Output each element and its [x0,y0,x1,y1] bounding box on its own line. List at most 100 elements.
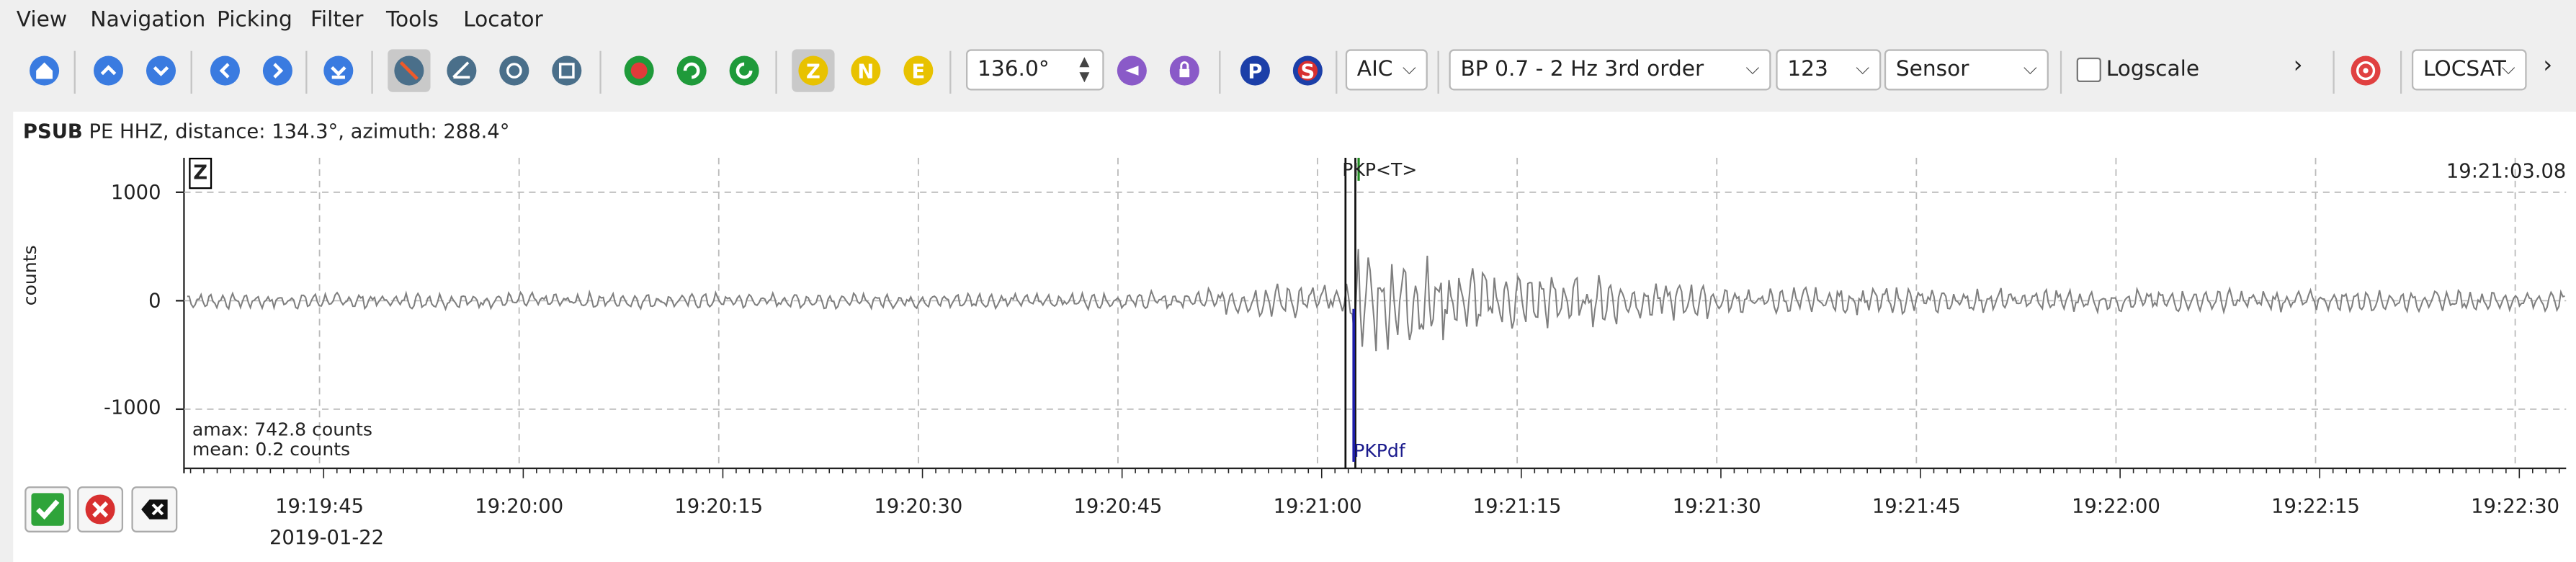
angle-tool-button[interactable] [440,49,483,92]
chevron-down-icon: ⌵ [1402,57,1416,79]
toolbar-overflow-chevron-icon[interactable]: › [2543,53,2552,79]
component-n-icon: N [851,55,881,86]
unit-value: Sensor [1895,57,1969,83]
pick-p-arrival-button[interactable] [618,49,661,92]
pick-p-label: P [1248,61,1262,83]
relocate-icon [676,55,707,86]
x-tick-label: 19:22:15 [2271,494,2360,518]
measure-icon [552,55,582,86]
close-tab-button[interactable] [131,486,178,532]
pick-tool-button[interactable] [388,49,431,92]
toolbar-separator [305,50,308,94]
current-time-label: 19:21:03.08 [2446,159,2567,183]
trace-panel: PSUB PE HHZ, distance: 134.3°, azimuth: … [13,112,2576,562]
component-z-button[interactable]: Z [792,49,835,92]
toolbar-separator [599,50,601,94]
lock-rotation-button[interactable] [1163,49,1206,92]
spin-up-icon[interactable]: ▲ [1079,55,1096,69]
component-n-button[interactable]: N [844,49,887,92]
chevron-down-icon: ⌵ [2501,57,2515,79]
pick-s-label: S [1301,61,1315,83]
picker-method-select[interactable]: AIC ⌵ [1345,49,1428,91]
spectrum-button[interactable] [493,49,535,92]
pick-p-badge-icon: P [1240,55,1270,86]
scroll-down-button[interactable] [140,49,182,92]
component-e-icon: E [903,55,934,86]
scroll-left-button[interactable] [204,49,246,92]
toolbar-separator [190,50,192,94]
toolbar-separator [2060,50,2062,94]
lock-icon [1169,55,1199,86]
spectrum-icon [499,55,529,86]
picker-window: View Navigation Picking Filter Tools Loc… [0,0,2576,562]
align-down-icon [323,55,354,86]
component-e-button[interactable]: E [897,49,939,92]
chevron-left-icon [210,55,240,86]
locator-select[interactable]: LOCSAT ⌵ [2411,49,2527,91]
waveform-trace [187,249,2565,352]
logscale-checkbox[interactable] [2076,57,2101,83]
x-tick-label: 19:20:00 [475,494,564,518]
menu-tools[interactable]: Tools [386,8,439,32]
pick-s-badge-icon: S [1292,55,1323,86]
spin-down-icon[interactable]: ▼ [1079,70,1096,84]
toolbar-separator [2333,50,2335,94]
mean-label: mean: 0.2 counts [192,438,351,460]
relocate-button[interactable] [670,49,712,92]
component-indicator: Z [189,157,213,189]
x-tick-label: 19:22:30 [2471,494,2560,518]
close-circle-icon [85,494,115,525]
x-tick-label: 19:21:30 [1672,494,1761,518]
menu-filter[interactable]: Filter [310,8,363,32]
picker-method-value: AIC [1356,57,1393,83]
toolbar-separator [1219,50,1221,94]
scroll-right-button[interactable] [256,49,299,92]
filter-value: BP 0.7 - 2 Hz 3rd order [1460,57,1704,83]
filter-select[interactable]: BP 0.7 - 2 Hz 3rd order ⌵ [1449,49,1771,91]
scroll-up-button[interactable] [87,49,130,92]
pick-p-icon [624,55,654,86]
menu-view[interactable]: View [17,8,67,32]
chevron-up-icon [93,55,124,86]
cancel-button[interactable] [77,486,124,532]
date-label: 2019-01-22 [269,525,385,549]
amax-label: amax: 742.8 counts [192,419,372,441]
rotate-icon [1117,55,1147,86]
channel-value: 123 [1787,57,1828,83]
toolbar-separator [73,50,76,94]
logscale-label[interactable]: Logscale [2106,58,2199,82]
pick-phase-label: PKPdf [1354,440,1405,462]
toolbar: Z N E 136.0° ▲ ▼ P S AIC ⌵ BP 0.7 - 2 Hz… [0,41,2576,104]
chevron-down-icon [146,55,176,86]
component-z-icon: Z [798,55,828,86]
toolbar-separator [2400,50,2402,94]
unit-select[interactable]: Sensor ⌵ [1884,49,2049,91]
refresh-icon [729,55,759,86]
home-icon [30,55,60,86]
delete-tab-icon [141,499,168,519]
toolbar-separator [1437,50,1439,94]
channel-select[interactable]: 123 ⌵ [1776,49,1882,91]
menu-navigation[interactable]: Navigation [90,8,205,32]
measure-button[interactable] [545,49,588,92]
target-icon [2351,55,2381,86]
chevron-right-icon [262,55,292,86]
rotate-button[interactable] [1111,49,1153,92]
home-button[interactable] [23,49,66,92]
angle-icon [447,55,477,86]
rotation-angle-value: 136.0° [977,57,1050,83]
menu-locator[interactable]: Locator [463,8,543,32]
refresh-button[interactable] [723,49,765,92]
align-button[interactable] [317,49,359,92]
x-tick-label: 19:20:45 [1073,494,1163,518]
accept-button[interactable] [24,486,71,532]
pick-s-button[interactable]: S [1287,49,1329,92]
pick-p-button[interactable]: P [1234,49,1276,92]
more-tools-chevron-icon[interactable]: › [2294,53,2303,79]
chevron-down-icon: ⌵ [1856,57,1870,79]
locate-button[interactable] [2344,49,2387,92]
rotation-angle-spinbox[interactable]: 136.0° ▲ ▼ [965,49,1104,91]
toolbar-separator [949,50,952,94]
menu-picking[interactable]: Picking [217,8,292,32]
toolbar-separator [1336,50,1338,94]
